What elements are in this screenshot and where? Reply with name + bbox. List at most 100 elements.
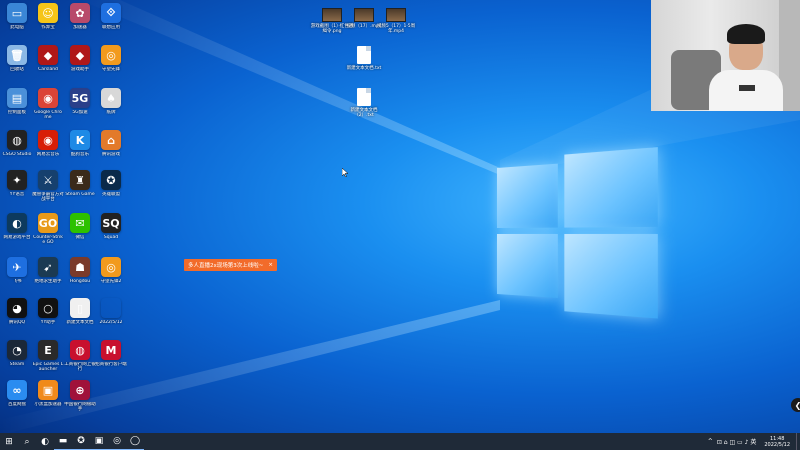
toast-text: 多人直播2x现场第3次上线啦~ [188,261,263,269]
desktop-icon-cards[interactable]: ♠ 纸牌 [95,88,127,120]
desktop-icon-kugou[interactable]: K 酷狗音乐 [64,130,96,162]
bank-icon: M [101,340,121,360]
desktop-icon-game2[interactable]: ◆ 游戏助手 [64,45,96,77]
webcam-overlay [651,0,800,111]
desktop-icon-steam1[interactable]: ♜ Steam Game [64,170,96,202]
desktop-icon-label: 中国银行网银助手 [64,402,96,412]
start-button[interactable]: ⊞ [0,433,18,450]
windows-logo [497,147,660,321]
desktop-icon-bank3[interactable]: ⊕ 中国银行网银助手 [64,380,96,412]
desktop-icon-label: 工商银行网上银行 [64,362,96,372]
edge-button[interactable]: ◐ [36,433,54,450]
text-file-icon [357,46,371,64]
search-button[interactable]: ⌕ [18,433,36,450]
app3-button[interactable]: ◎ [108,433,126,450]
desktop-icon-label: Hongdou [64,279,96,289]
desktop-icon-ctrl[interactable]: ▤ 控制面板 [1,88,33,120]
feishu-icon: ✈ [7,257,27,277]
overwatch-icon: ◎ [101,257,121,277]
chrome-icon: ◉ [38,88,58,108]
close-icon[interactable]: × [268,262,273,268]
desktop-icon-sq[interactable]: SQ Squad [95,213,127,245]
desktop-icon-label: 守望先锋2 [95,279,127,289]
desktop-icon-cheats[interactable]: ☺ 作弊宝 [32,3,64,35]
cards-icon: ♠ [101,88,121,108]
desktop-icon-mhxy[interactable]: ⚔ 魔兽争霸官方对战平台 [32,170,64,202]
desktop-icon-label: Counter-Strike GO [32,235,64,245]
desktop-file[interactable]: 新建文本文档.txt [342,46,386,71]
desktop-icon-pubg[interactable]: ➹ 绝地求生助手 [32,257,64,289]
desktop-icon-hgame[interactable]: ☗ Hongdou [64,257,96,289]
desktop-icon-label: Steam [1,362,33,372]
desktop-icon-red2[interactable]: M 招商银行客户端 [95,340,127,372]
chevron-up-icon[interactable]: ^ [708,438,713,445]
cloud-icon: ∞ [7,380,27,400]
desktop-icon-label: 2022/5/12 [95,320,127,330]
game-icon: ♜ [70,170,90,190]
desktop-icon-label: 加速器 [64,25,96,35]
file-label: 视频5（17）1·5周年.mp4 [374,24,418,34]
desktop-icon-bf[interactable]: ◐ 网易游戏平台 [1,213,33,245]
app2-button[interactable]: ▣ [90,433,108,450]
desktop-icon-go[interactable]: GO Counter-Strike GO [32,213,64,245]
desktop-icon-label: 网易云音乐 [32,152,64,162]
show-desktop-button[interactable] [796,433,800,450]
desktop-icon-doc1[interactable]: ▯ 新建文本文档 [64,298,96,330]
app1-button[interactable]: ✪ [72,433,90,450]
desktop-icon-csgo[interactable]: ◍ CSGO Studio [1,130,33,162]
text-file-icon [357,88,371,106]
desktop-icon-blank[interactable]: 2022/5/12 [95,298,127,330]
desktop-icon-game1[interactable]: ◆ Carsland [32,45,64,77]
desktop-icon-yy[interactable]: ✦ YY语音 [1,170,33,202]
desktop-icon-steam[interactable]: ◔ Steam [1,340,33,372]
desktop-icon-baidu[interactable]: ∞ 百度网盘 [1,380,33,412]
desktop-icon-feishu[interactable]: ✈ 飞书 [1,257,33,289]
desktop-icon-label: 绝地求生助手 [32,279,64,289]
recycle-bin-icon: 🗑 [7,45,27,65]
desktop-icon-lol[interactable]: ✪ 英雄联盟 [95,170,127,202]
desktop-icon-qq[interactable]: ◕ 腾讯QQ [1,298,33,330]
tray-icons[interactable]: ⊡ ⌂ ◫ ▭ ♪ 英 [717,437,757,446]
desktop-file[interactable]: 新建文本文档（2）.txt [342,88,386,118]
app4-button[interactable]: ◯ [126,433,144,450]
file-label: 新建文本文档（2）.txt [342,108,386,118]
desktop-icon-sg[interactable]: 5G 5G加速 [64,88,96,120]
desktop-icon-netease[interactable]: ◉ 网易云音乐 [32,130,64,162]
desktop-icon-ow1[interactable]: ◎ 守望先锋 [95,45,127,77]
explorer-button[interactable]: ▬ [54,433,72,450]
yy-icon: ✦ [7,170,27,190]
game-icon: ☗ [70,257,90,277]
desktop-icon-lz[interactable]: ▣ 小黑盒加速器 [32,380,64,412]
shortcut-icon [101,298,121,318]
desktop-icon-label: 小黑盒加速器 [32,402,64,412]
desktop-icon-lenovo[interactable]: ⟐ 联想应用 [95,3,127,35]
game-icon: ◆ [70,45,90,65]
plane-icon: ➹ [38,257,58,277]
desktop-icon-label: 联想应用 [95,25,127,35]
desktop-icon-recycle[interactable]: 🗑 回收站 [1,45,33,77]
desktop-icon-epic[interactable]: E Epic Games Launcher [32,340,64,372]
bank-icon: ⊕ [70,380,90,400]
desktop-icon-house[interactable]: ⌂ 腾讯游戏 [95,130,127,162]
desktop-icon-pc[interactable]: ▭ 此电脑 [1,3,33,35]
desktop-icon-label: YY语音 [1,192,33,202]
overwatch-icon: ◎ [101,45,121,65]
desktop-icon-ring[interactable]: ○ YY助手 [32,298,64,330]
ring-icon: ○ [38,298,58,318]
expand-arrow-icon[interactable]: ❮ [791,398,800,412]
desktop-icon-ow2[interactable]: ◎ 守望先锋2 [95,257,127,289]
desktop-icon-wechat[interactable]: ✉ 微信 [64,213,96,245]
desktop-icon-anime[interactable]: ✿ 加速器 [64,3,96,35]
desktop-icon-red1[interactable]: ◍ 工商银行网上银行 [64,340,96,372]
desktop-icon-label: 5G加速 [64,110,96,120]
desktop-file[interactable]: 视频5（17）1·5周年.mp4 [374,8,418,34]
desktop-icon-label: 酷狗音乐 [64,152,96,162]
clock[interactable]: 11:48 2022/5/12 [764,436,790,448]
document-icon: ▯ [70,298,90,318]
desktop-icon-chrome[interactable]: ◉ Google Chrome [32,88,64,120]
desktop-icon-label: Carsland [32,67,64,77]
desktop-icon-label: 纸牌 [95,110,127,120]
game-icon: ◆ [38,45,58,65]
notification-toast[interactable]: 多人直播2x现场第3次上线啦~ × [184,259,277,271]
globe-icon: ◐ [7,213,27,233]
